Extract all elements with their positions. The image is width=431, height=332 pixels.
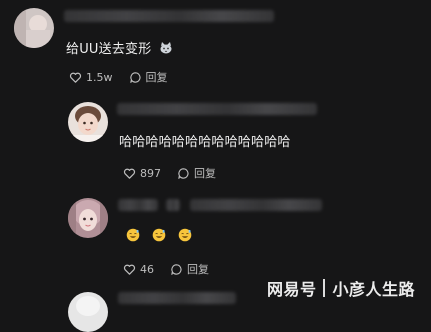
grinning-sweat-emoji-icon xyxy=(178,228,192,242)
heart-icon xyxy=(69,72,82,83)
watermark-divider xyxy=(323,279,326,297)
like-button[interactable]: 1.5w xyxy=(69,71,113,84)
comment-text: 给UU送去变形 xyxy=(66,38,173,57)
comment-actions: 1.5w 回复 xyxy=(69,69,184,85)
like-button[interactable]: 897 xyxy=(123,167,161,180)
like-count: 1.5w xyxy=(86,70,113,84)
username-blurred[interactable] xyxy=(117,103,317,115)
reply-button[interactable]: 回复 xyxy=(177,165,216,181)
cat-emoji-icon xyxy=(159,41,173,55)
grinning-sweat-emoji-icon xyxy=(126,228,140,242)
comment-text-content: 给UU送去变形 xyxy=(66,42,152,57)
comment-text: 哈哈哈哈哈哈哈哈哈哈哈哈哈 xyxy=(119,135,291,150)
watermark-author: 小彦人生路 xyxy=(332,280,415,299)
watermark-brand: 网易号 xyxy=(266,280,317,299)
reply-button[interactable]: 回复 xyxy=(170,261,209,277)
reply-button[interactable]: 回复 xyxy=(129,69,168,85)
username-blurred[interactable] xyxy=(118,292,236,304)
heart-icon xyxy=(123,168,136,179)
username-blurred[interactable] xyxy=(166,199,180,211)
comment-actions: 46 回复 xyxy=(123,261,225,277)
speech-bubble-icon xyxy=(171,263,182,275)
like-button[interactable]: 46 xyxy=(123,263,154,276)
reply-label: 回复 xyxy=(145,71,168,84)
username-blurred[interactable] xyxy=(190,199,322,211)
like-count: 46 xyxy=(140,262,154,276)
grinning-sweat-emoji-icon xyxy=(152,228,166,242)
like-count: 897 xyxy=(140,166,161,180)
speech-bubble-icon xyxy=(129,71,141,83)
avatar[interactable] xyxy=(68,292,108,332)
username-blurred[interactable] xyxy=(118,199,158,211)
heart-icon xyxy=(123,264,136,275)
reply-label: 回复 xyxy=(187,263,209,276)
comment-emojis xyxy=(126,227,204,242)
reply-label: 回复 xyxy=(194,167,216,180)
comment-actions: 897 回复 xyxy=(123,165,232,181)
speech-bubble-icon xyxy=(178,167,189,179)
avatar[interactable] xyxy=(68,102,108,142)
watermark: 网易号 小彦人生路 xyxy=(267,276,415,300)
avatar[interactable] xyxy=(14,8,54,48)
avatar[interactable] xyxy=(68,198,108,238)
username-blurred[interactable] xyxy=(64,10,274,22)
